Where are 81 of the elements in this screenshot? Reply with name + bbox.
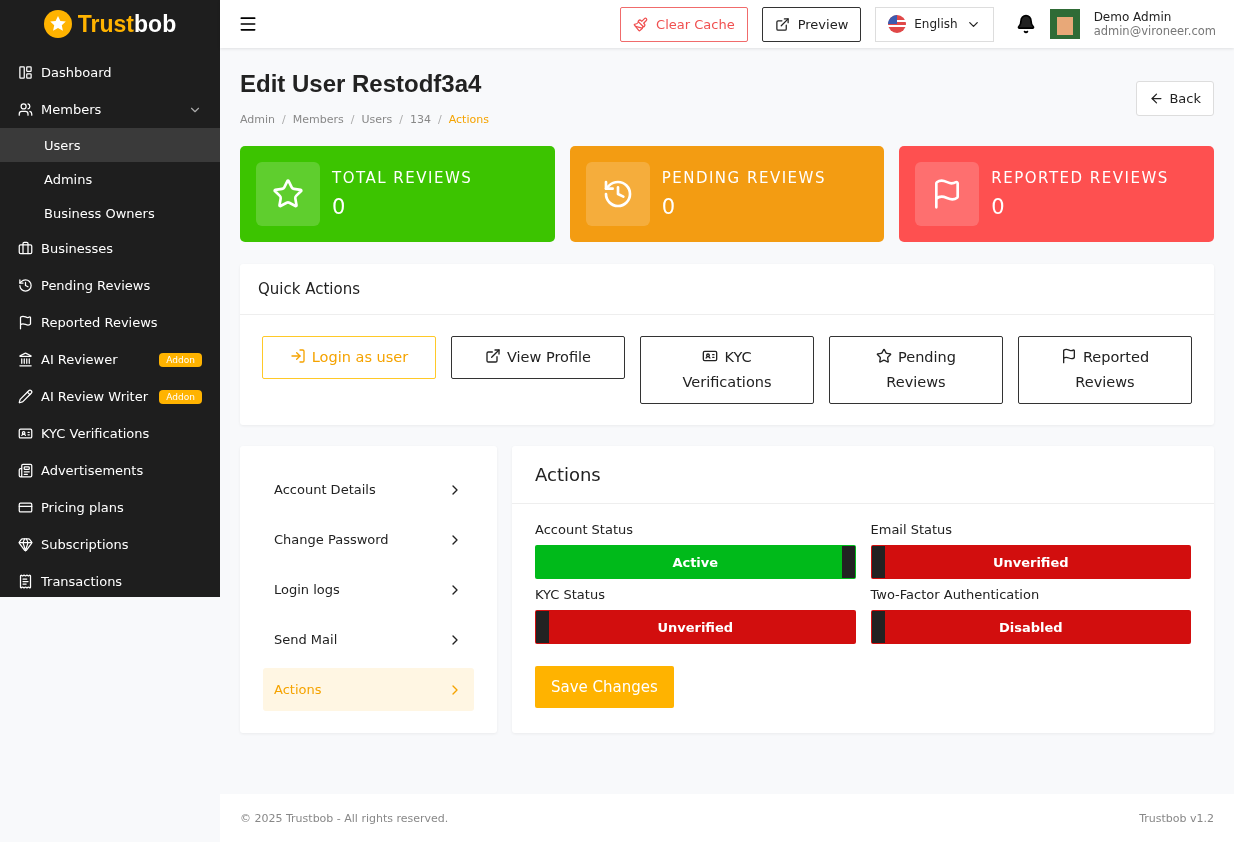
sidebar-item[interactable]: Transactions bbox=[0, 563, 220, 597]
status-toggle[interactable]: Disabled bbox=[870, 610, 1191, 644]
star-logo-icon bbox=[43, 10, 72, 38]
building-icon bbox=[18, 352, 33, 367]
sidebar-item[interactable]: Advertisements bbox=[0, 452, 220, 489]
preview-button[interactable]: Preview bbox=[761, 6, 862, 42]
stat-value: 0 bbox=[332, 195, 347, 219]
quick-action-button[interactable]: View Profile bbox=[451, 336, 625, 379]
stat-value: 0 bbox=[991, 195, 1006, 219]
sidebar-item[interactable]: AI Reviewer Addon bbox=[0, 341, 220, 378]
sidebar-item[interactable]: Pending Reviews bbox=[0, 267, 220, 304]
sidebar-item[interactable]: Subscriptions bbox=[0, 526, 220, 563]
status-toggle[interactable]: Unverified bbox=[870, 545, 1191, 579]
flag-icon bbox=[1060, 348, 1077, 364]
quick-action-button[interactable]: Pending Reviews bbox=[829, 336, 1003, 404]
star-icon bbox=[876, 348, 892, 364]
sidebar-item[interactable]: Dashboard bbox=[0, 54, 220, 91]
status-toggle[interactable]: Unverified bbox=[535, 610, 856, 644]
breadcrumb-separator: / bbox=[350, 113, 355, 126]
field-label: Two-Factor Authentication bbox=[870, 587, 1041, 602]
card-title: Quick Actions bbox=[240, 264, 1214, 315]
id-card-icon bbox=[18, 426, 33, 441]
quick-action-button[interactable]: KYC Verifications bbox=[640, 336, 814, 404]
breadcrumb-link[interactable]: Members bbox=[292, 113, 344, 126]
sidebar-item[interactable]: AI Review Writer Addon bbox=[0, 378, 220, 415]
addon-badge: Addon bbox=[159, 352, 202, 367]
field-label: KYC Status bbox=[535, 587, 606, 602]
stat-label: TOTAL REVIEWS bbox=[332, 169, 473, 187]
menu-icon[interactable] bbox=[238, 14, 258, 34]
copyright-text: © 2025 Trustbob - All rights reserved. bbox=[240, 811, 449, 825]
language-select[interactable]: English bbox=[875, 6, 994, 42]
avatar bbox=[1049, 9, 1080, 39]
clear-cache-button[interactable]: Clear Cache bbox=[620, 6, 748, 42]
breadcrumb-separator: / bbox=[399, 113, 403, 126]
flag-icon bbox=[888, 15, 907, 33]
flag-icon bbox=[18, 315, 33, 330]
addon-badge: Addon bbox=[159, 389, 202, 404]
stat-value: 0 bbox=[661, 195, 677, 219]
back-button[interactable]: Back bbox=[1136, 81, 1214, 116]
history-icon bbox=[18, 278, 33, 293]
field-label: Account Status bbox=[535, 522, 635, 537]
bell-icon[interactable] bbox=[1015, 14, 1036, 34]
briefcase-icon bbox=[18, 241, 33, 256]
breadcrumb-link[interactable]: Users bbox=[361, 113, 393, 126]
sidebar-item[interactable]: Reported Reviews bbox=[0, 304, 220, 341]
version-text: Trustbob v1.2 bbox=[1139, 811, 1214, 825]
dashboard-icon bbox=[18, 65, 33, 80]
sidebar-item[interactable]: Pricing plans bbox=[0, 489, 220, 526]
card-title: Actions bbox=[512, 446, 1214, 504]
page-title: Edit User Restodf3a4 bbox=[240, 70, 483, 98]
users-icon bbox=[18, 102, 33, 117]
stat-label: PENDING REVIEWS bbox=[661, 169, 826, 187]
field-label: Email Status bbox=[870, 522, 954, 537]
sidebar-item[interactable]: Members bbox=[0, 91, 220, 128]
brand-logo: Trustbob bbox=[77, 10, 177, 38]
brush-icon bbox=[633, 16, 649, 32]
newspaper-icon bbox=[18, 463, 33, 478]
sidebar-item[interactable]: KYC Verifications bbox=[0, 415, 220, 452]
quick-action-button[interactable]: Reported Reviews bbox=[1018, 336, 1192, 404]
user-email: admin@vironeer.com bbox=[1093, 24, 1216, 38]
star-icon bbox=[272, 178, 304, 210]
sidebar-subitem[interactable]: Users bbox=[0, 128, 220, 162]
sidebar-subitem[interactable]: Admins bbox=[0, 162, 220, 196]
id-card-icon bbox=[702, 348, 719, 364]
pencil-icon bbox=[18, 389, 33, 404]
user-name: Demo Admin bbox=[1093, 10, 1173, 24]
external-link-icon bbox=[484, 348, 501, 364]
external-link-icon bbox=[774, 16, 790, 32]
gem-icon bbox=[18, 537, 33, 552]
sidebar-item[interactable]: Businesses bbox=[0, 230, 220, 267]
login-icon bbox=[289, 348, 306, 364]
card-icon bbox=[18, 500, 33, 515]
user-menu-item[interactable]: Change Password bbox=[263, 518, 474, 561]
user-menu-item[interactable]: Account Details bbox=[263, 468, 474, 511]
sidebar-subitem[interactable]: Business Owners bbox=[0, 196, 220, 230]
user-menu-item[interactable]: Login logs bbox=[263, 568, 474, 611]
user-menu-item[interactable]: Send Mail bbox=[263, 618, 474, 661]
breadcrumb-separator: / bbox=[438, 113, 442, 126]
receipt-icon bbox=[18, 574, 33, 589]
breadcrumb-separator: / bbox=[282, 113, 286, 126]
stat-label: REPORTED REVIEWS bbox=[991, 169, 1169, 187]
